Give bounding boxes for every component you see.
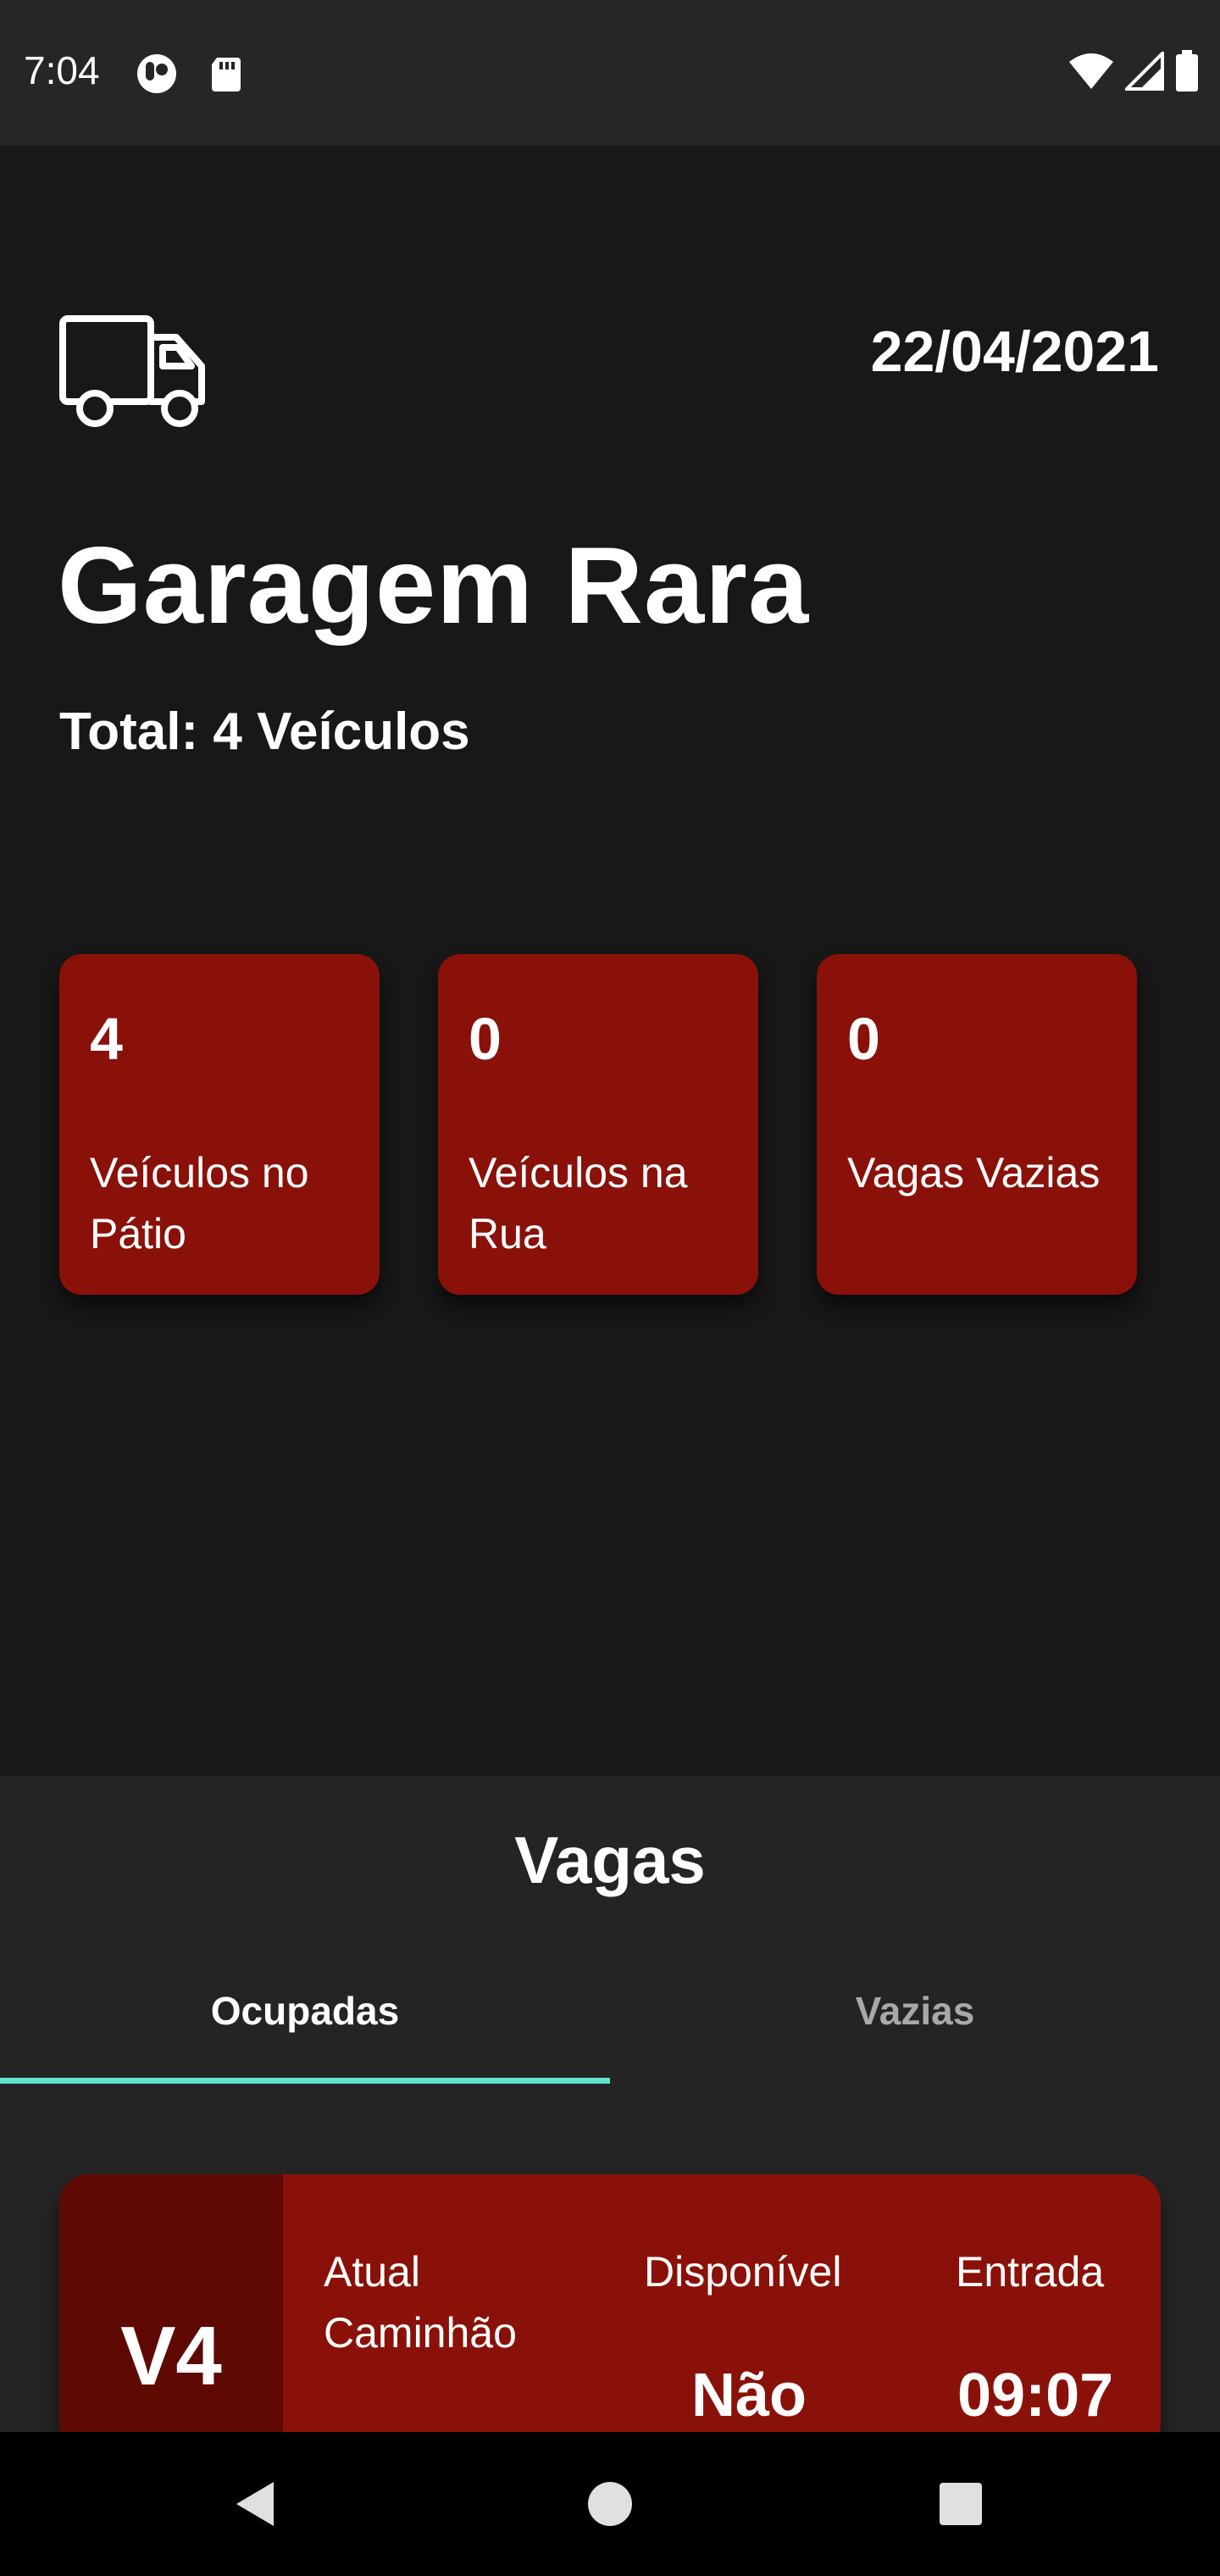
stat-label: Veículos no Pátio (90, 1149, 309, 1257)
wifi-icon (1068, 52, 1115, 95)
vaga-code: V4 (120, 2309, 222, 2402)
vaga-entry-label: Entrada (956, 2248, 1105, 2296)
recents-icon[interactable] (923, 2466, 999, 2542)
signal-icon (1123, 48, 1164, 95)
stat-card-patio[interactable]: 4 Veículos no Pátio (59, 954, 380, 1295)
vehicle-total: Total: 4 Veículos (59, 702, 470, 761)
vaga-entry-value: 09:07 (957, 2362, 1114, 2429)
vaga-code-box: V4 (59, 2174, 283, 2454)
status-time: 7:04 (24, 48, 100, 92)
stat-value: 4 (90, 1006, 123, 1072)
back-icon[interactable] (216, 2466, 292, 2542)
stat-label: Veículos na Rua (469, 1149, 688, 1257)
truck-icon (58, 314, 210, 430)
vaga-status-label: Atual (324, 2248, 420, 2296)
vaga-available-value: Não (691, 2362, 807, 2429)
battery-icon (1174, 49, 1200, 97)
stat-label: Vagas Vazias (847, 1149, 1101, 1196)
home-icon[interactable] (572, 2466, 648, 2542)
stat-card-vagas-vazias[interactable]: 0 Vagas Vazias (817, 954, 1137, 1295)
tab-ocupadas[interactable]: Ocupadas (0, 1988, 610, 2034)
vaga-vehicle-type: Caminhão (324, 2309, 517, 2357)
sd-card-icon (205, 53, 247, 95)
status-indicators (1068, 48, 1200, 97)
date-label: 22/04/2021 (870, 319, 1159, 384)
vaga-available-label: Disponível (644, 2248, 842, 2296)
tab-vazias[interactable]: Vazias (610, 1988, 1220, 2034)
app-notification-icon (136, 53, 178, 95)
stat-card-rua[interactable]: 0 Veículos na Rua (438, 954, 758, 1295)
vaga-card[interactable]: V4 Atual Caminhão Disponível Não Entrada… (59, 2174, 1161, 2454)
page-title: Garagem Rara (58, 525, 810, 647)
tab-indicator (0, 2078, 610, 2084)
vagas-title: Vagas (514, 1823, 706, 1897)
stat-value: 0 (469, 1006, 502, 1072)
stat-value: 0 (847, 1006, 880, 1072)
vagas-panel: Vagas Ocupadas Vazias V4 Atual Caminhão … (0, 1776, 1220, 2454)
system-nav-bar (0, 2432, 1220, 2576)
status-bar: 7:04 (0, 0, 1220, 146)
